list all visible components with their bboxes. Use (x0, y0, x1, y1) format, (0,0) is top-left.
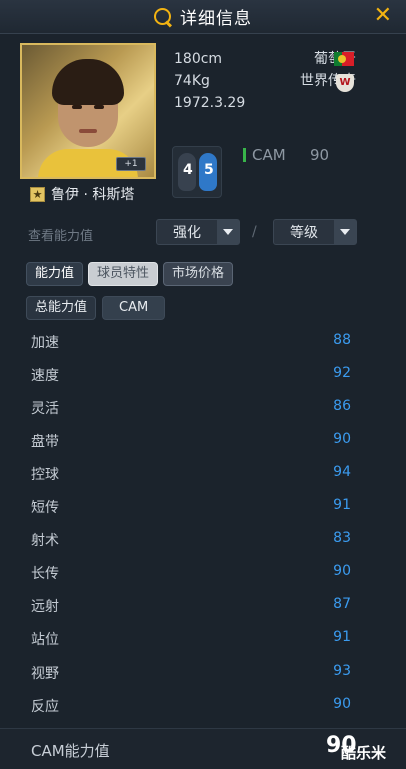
chevron-down-icon[interactable] (334, 220, 356, 244)
search-icon (152, 6, 174, 28)
stat-row: 控球 94 (0, 457, 406, 490)
stat-row: 远射 87 (0, 589, 406, 622)
stat-row: 短传 91 (0, 490, 406, 523)
stat-row: 站位 91 (0, 622, 406, 655)
close-icon[interactable]: ✕ (374, 3, 392, 28)
page-title: 详细信息 (180, 9, 252, 29)
foot-skill-panel: 4 5 (172, 146, 222, 198)
footer-summary: CAM能力值 90 酷乐米 (0, 728, 406, 769)
player-portrait (38, 59, 138, 177)
chevron-down-icon[interactable] (217, 220, 239, 244)
title-group: 详细信息 (152, 4, 252, 29)
position-indicator (243, 148, 246, 162)
stat-value: 88 (333, 332, 351, 348)
subtab-cam[interactable]: CAM (102, 296, 166, 320)
main-tabs: 能力值 球员特性 市场价格 (26, 262, 234, 286)
strong-foot-rating: 5 (204, 162, 214, 178)
level-dropdown[interactable]: 等级 (273, 219, 357, 245)
view-stats-label: 查看能力值 (28, 229, 94, 244)
card-upgrade-badge: +1 (116, 157, 146, 171)
stat-value: 90 (333, 696, 351, 712)
stat-name: 盘带 (31, 434, 59, 450)
weak-foot-rating: 4 (183, 162, 193, 178)
subtab-overall[interactable]: 总能力值 (26, 296, 97, 320)
stat-name: 视野 (31, 666, 59, 682)
tab-market-price[interactable]: 市场价格 (163, 262, 234, 286)
enhance-dropdown[interactable]: 强化 (156, 219, 240, 245)
stat-value: 90 (333, 563, 351, 579)
tab-stats[interactable]: 能力值 (26, 262, 84, 286)
player-name: 鲁伊 · 科斯塔 (51, 187, 135, 203)
stat-value: 91 (333, 497, 351, 513)
stat-row: 加速 88 (0, 325, 406, 358)
stat-subtabs: 总能力值 CAM (26, 296, 166, 320)
stat-name: 灵活 (31, 401, 59, 417)
footer-label: CAM能力值 (31, 742, 110, 760)
stat-value: 91 (333, 629, 351, 645)
stat-value: 93 (333, 663, 351, 679)
player-physical-info: 180cm 74Kg 1972.3.29 (174, 48, 245, 114)
stat-name: 远射 (31, 599, 59, 615)
stat-name: 短传 (31, 500, 59, 516)
watermark-text: 酷乐米 (341, 744, 387, 762)
player-birthdate: 1972.3.29 (174, 95, 246, 111)
stat-row: 射术 83 (0, 523, 406, 556)
player-weight: 74Kg (174, 73, 210, 89)
stat-value: 90 (333, 431, 351, 447)
player-name-row: ★ 鲁伊 · 科斯塔 (30, 184, 134, 204)
stat-name: 长传 (31, 566, 59, 582)
level-dropdown-value: 等级 (290, 225, 318, 241)
stat-value: 86 (333, 398, 351, 414)
stat-row: 反应 90 (0, 689, 406, 722)
tab-player-traits[interactable]: 球员特性 (88, 262, 159, 286)
stat-row: 盘带 90 (0, 424, 406, 457)
stat-name: 射术 (31, 533, 59, 549)
star-icon: ★ (30, 186, 45, 202)
stat-value: 87 (333, 596, 351, 612)
stat-row: 速度 92 (0, 358, 406, 391)
stat-name: 站位 (31, 632, 59, 648)
stat-row: 灵活 86 (0, 391, 406, 424)
player-height: 180cm (174, 51, 223, 67)
portugal-flag-icon (334, 52, 354, 66)
dropdown-separator: / (252, 224, 257, 240)
position-rating: 90 (310, 146, 330, 164)
stat-name: 加速 (31, 335, 59, 351)
stat-value: 92 (333, 365, 351, 381)
stat-name: 反应 (31, 699, 59, 715)
stat-row: 视野 93 (0, 656, 406, 689)
player-card-image: +1 (20, 43, 156, 179)
stat-value: 94 (333, 464, 351, 480)
stat-value: 83 (333, 530, 351, 546)
title-bar: 详细信息 ✕ (0, 0, 406, 34)
season-badge-icon: W (336, 74, 354, 92)
position-label: CAM (252, 146, 286, 164)
stat-row: 长传 90 (0, 556, 406, 589)
enhance-dropdown-value: 强化 (173, 225, 201, 241)
stat-name: 速度 (31, 368, 59, 384)
stat-name: 控球 (31, 467, 59, 483)
